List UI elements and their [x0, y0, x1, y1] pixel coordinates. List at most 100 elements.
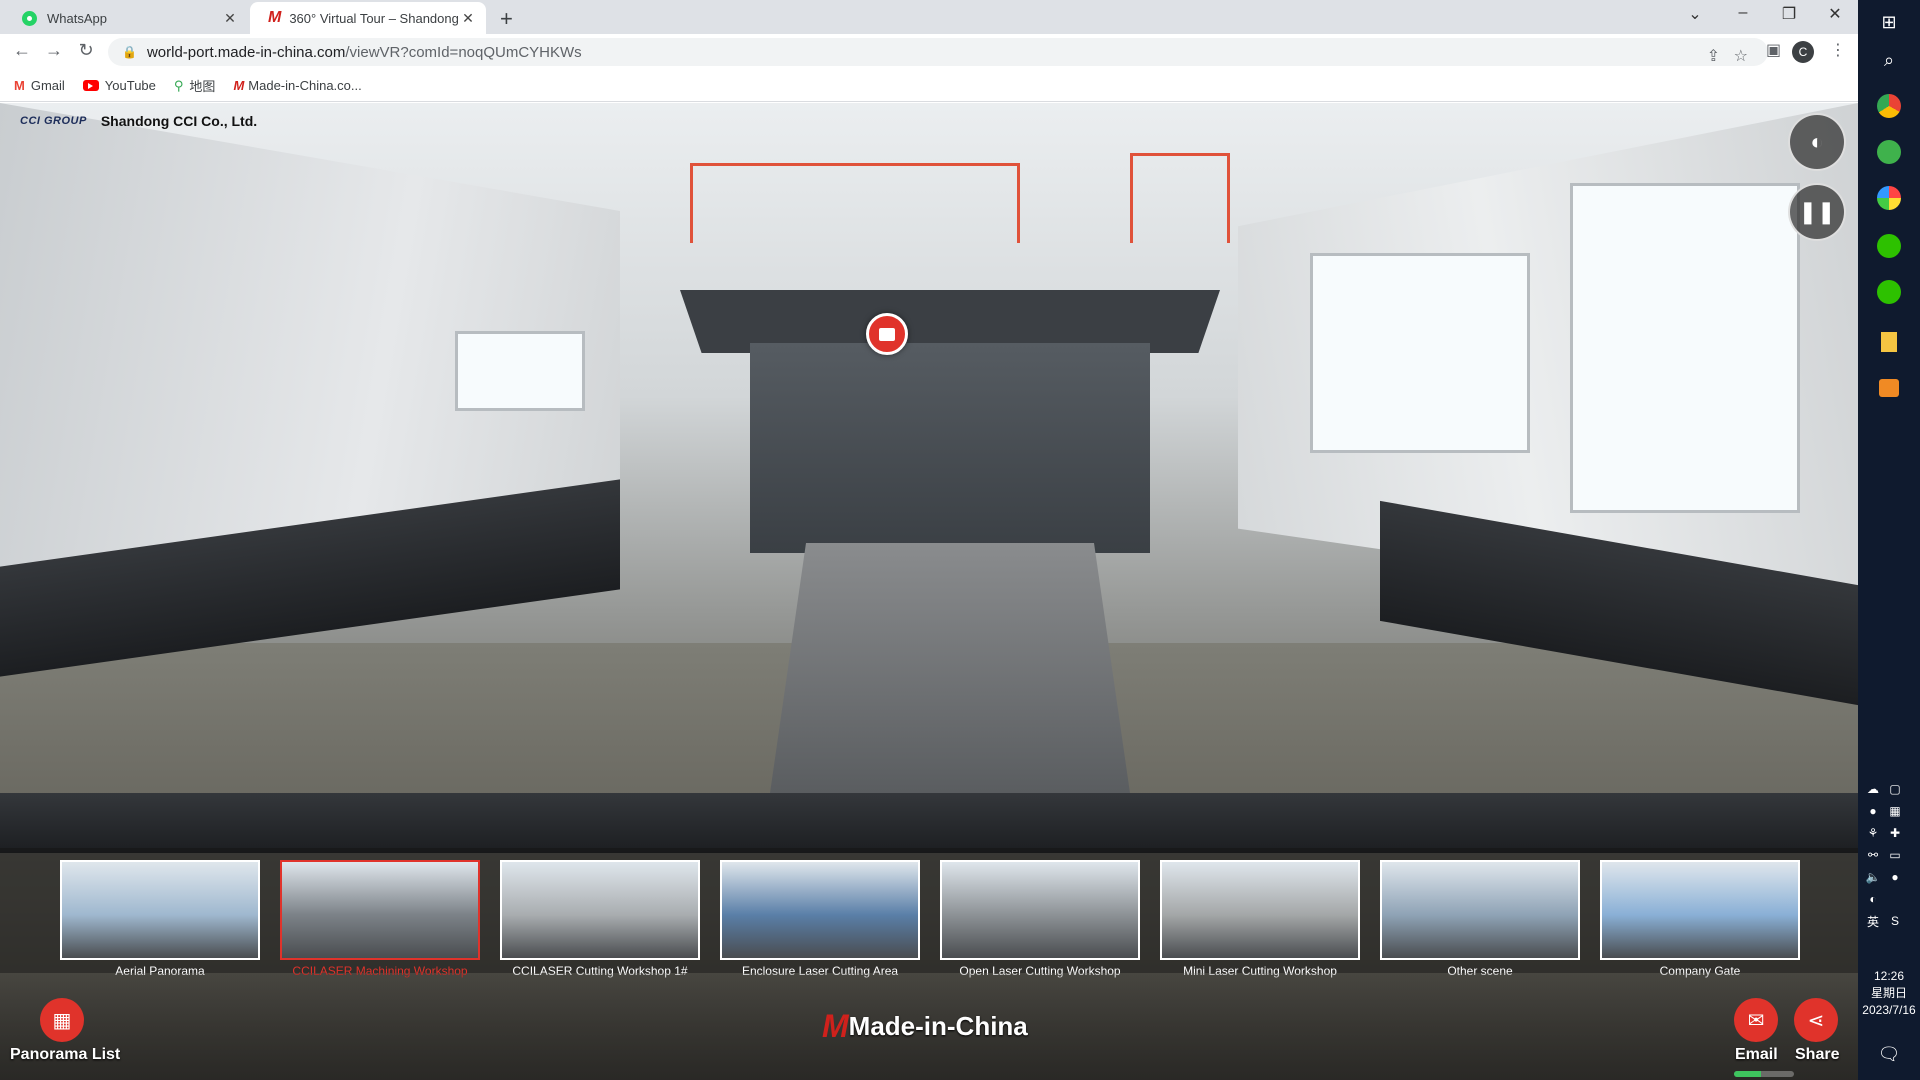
wechat-icon[interactable]: [1875, 278, 1903, 306]
panorama-viewer[interactable]: CCI GROUP Shandong CCI Co., Ltd. ◐ ❚❚ Ae…: [0, 103, 1858, 1080]
tray-app-icon[interactable]: ✚: [1886, 824, 1904, 842]
bookmark-gmail[interactable]: M Gmail: [14, 78, 65, 93]
profile-avatar[interactable]: C: [1792, 41, 1814, 63]
bookmark-made-in-china[interactable]: M Made-in-China.co...: [233, 78, 361, 93]
gyroscope-toggle-button[interactable]: ◐: [1788, 113, 1846, 171]
loading-progress-bar: [1734, 1071, 1794, 1077]
compass-icon: ◐: [1810, 129, 1824, 154]
panorama-scene: [680, 290, 1220, 353]
windows-start-icon[interactable]: ⊞: [1875, 8, 1903, 36]
panorama-scene: [1310, 253, 1530, 453]
email-label: Email: [1735, 1046, 1778, 1063]
footer-brand-text: Made-in-China: [848, 1011, 1028, 1041]
tray-app-icon[interactable]: ⚘: [1864, 824, 1882, 842]
app-color-wheel-icon[interactable]: [1875, 184, 1903, 212]
clock-date: 2023/7/16: [1862, 1003, 1916, 1017]
notification-center-icon[interactable]: 🗨: [1875, 1040, 1903, 1068]
share-button[interactable]: ⋖: [1794, 998, 1838, 1042]
taskbar-clock[interactable]: 12:26 星期日 2023/7/16: [1858, 968, 1920, 1019]
url-path: /viewVR?comId=noqQUmCYHKWs: [345, 43, 582, 61]
panorama-scene: [455, 331, 585, 411]
scene-thumbnail-image: [1160, 860, 1360, 960]
onedrive-icon[interactable]: ☁: [1864, 780, 1882, 798]
made-in-china-icon: M: [822, 1008, 849, 1044]
scene-thumbnail[interactable]: Company Gate: [1600, 860, 1800, 978]
scene-thumbnail-image: [60, 860, 260, 960]
network-icon[interactable]: ⚯: [1864, 846, 1882, 864]
restore-button[interactable]: ❐: [1774, 4, 1804, 24]
scene-thumbnail[interactable]: Open Laser Cutting Workshop: [940, 860, 1140, 978]
share-page-icon[interactable]: ⇪: [1707, 46, 1720, 66]
wechat-icon[interactable]: [1875, 232, 1903, 260]
minimize-button[interactable]: –: [1728, 4, 1758, 22]
bookmark-youtube[interactable]: YouTube: [82, 78, 156, 93]
panorama-scene: [0, 793, 1858, 853]
scene-thumbnail[interactable]: Other scene: [1380, 860, 1580, 978]
scene-thumbnail-image: [1380, 860, 1580, 960]
sticky-notes-icon[interactable]: [1875, 328, 1903, 356]
tab-whatsapp[interactable]: WhatsApp ✕: [4, 2, 248, 34]
url-host: world-port.made-in-china.com: [146, 43, 346, 61]
close-tab-icon[interactable]: ✕: [460, 10, 476, 27]
tab-title: WhatsApp: [47, 10, 107, 26]
bookmark-maps[interactable]: ⚲ 地图: [174, 76, 216, 95]
scene-thumbnail-image: [1600, 860, 1800, 960]
panorama-list-button[interactable]: ▦: [40, 998, 84, 1042]
bookmark-label: Made-in-China.co...: [248, 78, 362, 93]
sogou-icon[interactable]: S: [1886, 912, 1904, 930]
made-in-china-icon: M: [268, 9, 281, 26]
display-icon[interactable]: ▭: [1886, 846, 1904, 864]
menu-kebab-icon[interactable]: ⋮: [1830, 40, 1846, 60]
video-hotspot-button[interactable]: [866, 313, 908, 355]
autoplay-pause-button[interactable]: ❚❚: [1788, 183, 1846, 241]
tray-app-icon[interactable]: ◐: [1864, 890, 1882, 908]
close-tab-icon[interactable]: ✕: [222, 10, 238, 27]
maps-icon: ⚲: [173, 77, 184, 93]
ime-indicator[interactable]: 英: [1864, 912, 1882, 930]
system-tray: ☁ ▢ ● ▦ ⚘ ✚ ⚯ ▭ 🔈 ● ◐ 英 S: [1864, 780, 1914, 930]
lock-icon: 🔒: [122, 45, 137, 59]
tab-search-icon[interactable]: ⌄: [1680, 4, 1710, 24]
tab-title: 360° Virtual Tour – Shandong: [289, 10, 459, 26]
panorama-scene: [1130, 153, 1230, 243]
volume-icon[interactable]: 🔈: [1864, 868, 1882, 886]
tray-app-icon[interactable]: ▦: [1886, 802, 1904, 820]
bookmark-star-icon[interactable]: ☆: [1734, 46, 1748, 66]
scene-thumbnail-image: [280, 860, 480, 960]
scene-thumbnail[interactable]: Mini Laser Cutting Workshop: [1160, 860, 1360, 978]
search-icon[interactable]: ⌕: [1875, 46, 1903, 74]
made-in-china-footer-logo: M Made-in-China: [822, 1008, 1028, 1045]
bookmark-label: YouTube: [104, 78, 156, 93]
tray-app-icon[interactable]: ▢: [1886, 780, 1904, 798]
tray-app-icon[interactable]: ●: [1864, 802, 1882, 820]
panorama-scene: [770, 543, 1130, 793]
share-label: Share: [1795, 1046, 1840, 1063]
browser-toolbar: ← → ↻ 🔒 world-port.made-in-china.com/vie…: [0, 34, 1858, 70]
gmail-icon: M: [14, 78, 25, 93]
clock-time: 12:26: [1873, 969, 1905, 983]
reload-button[interactable]: ↻: [74, 40, 98, 61]
clock-weekday: 星期日: [1870, 986, 1907, 1000]
back-button[interactable]: ←: [10, 40, 34, 61]
new-tab-button[interactable]: +: [500, 6, 513, 32]
email-icon: ✉: [1747, 1009, 1765, 1032]
email-button[interactable]: ✉: [1734, 998, 1778, 1042]
scene-thumbnail[interactable]: CCILASER Machining Workshop: [280, 860, 480, 978]
side-panel-icon[interactable]: ▣: [1766, 40, 1781, 60]
scene-thumbnail-strip: Aerial Panorama CCILASER Machining Works…: [0, 848, 1858, 978]
wechat-tray-icon[interactable]: ●: [1886, 868, 1904, 886]
app-green-icon[interactable]: [1875, 138, 1903, 166]
chrome-icon[interactable]: [1875, 92, 1903, 120]
close-window-button[interactable]: ✕: [1820, 4, 1850, 24]
forward-button[interactable]: →: [42, 40, 66, 61]
panorama-scene: [690, 163, 1020, 243]
media-player-icon[interactable]: [1875, 374, 1903, 402]
scene-thumbnail[interactable]: Enclosure Laser Cutting Area: [720, 860, 920, 978]
company-name: Shandong CCI Co., Ltd.: [100, 113, 258, 129]
scene-thumbnail[interactable]: CCILASER Cutting Workshop 1#: [500, 860, 700, 978]
tab-virtual-tour[interactable]: M 360° Virtual Tour – Shandong ✕: [250, 2, 486, 34]
panorama-scene: [1570, 183, 1800, 513]
scene-thumbnail[interactable]: Aerial Panorama: [60, 860, 260, 978]
address-bar[interactable]: 🔒 world-port.made-in-china.com/viewVR?co…: [108, 38, 1768, 66]
panorama-list-label: Panorama List: [10, 1046, 121, 1063]
